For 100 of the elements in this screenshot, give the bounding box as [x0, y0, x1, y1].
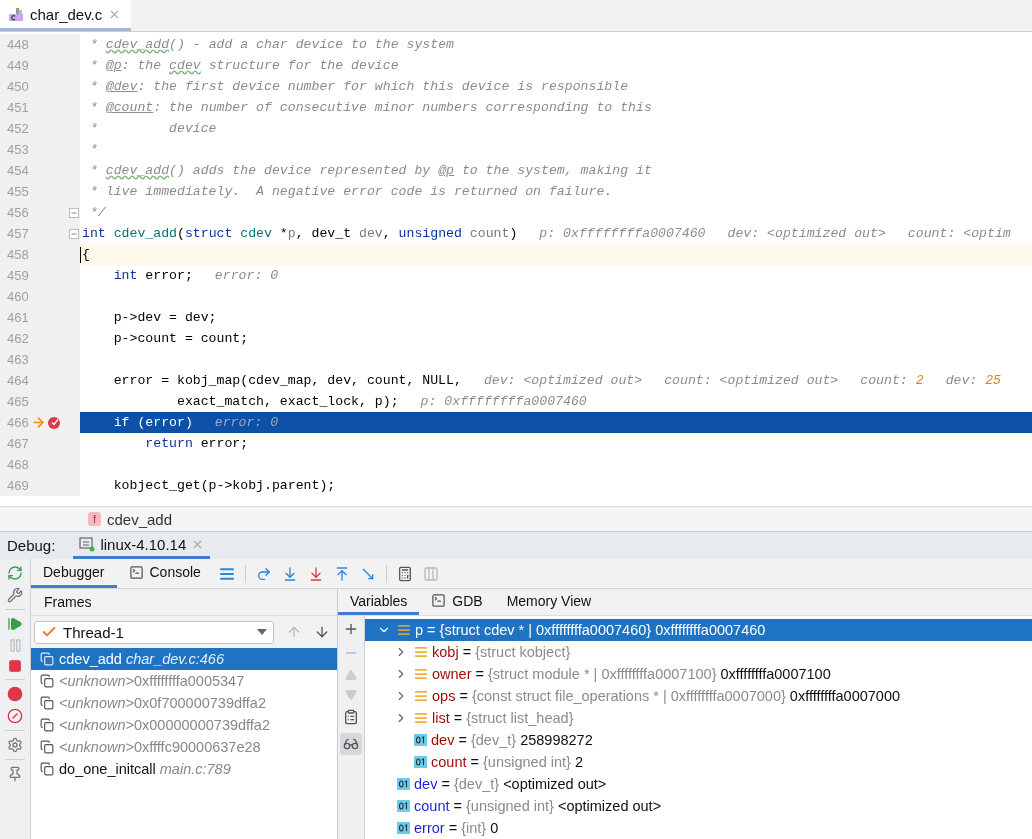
execution-arrow-icon	[31, 415, 46, 430]
code-line: int error;	[112, 268, 193, 283]
inline-value-hint: p: 0xffffffffa0007460	[539, 226, 706, 241]
variable-label[interactable]: kobj = {struct kobject}	[432, 644, 571, 660]
mute-breakpoints-icon[interactable]	[7, 708, 23, 724]
pin-icon[interactable]	[7, 766, 23, 782]
resume-icon[interactable]	[7, 616, 23, 632]
line-number: 456	[7, 205, 29, 220]
inline-value-hint: dev: <optimized out>	[727, 226, 886, 241]
file-tab[interactable]: char_dev.c	[0, 0, 132, 31]
struct-icon	[414, 667, 428, 681]
variable-label[interactable]: p = {struct cdev * | 0xffffffffa0007460} 0xffffffffa0007460	[415, 622, 766, 638]
code-line: exact_match, exact_lock, p);	[175, 394, 399, 409]
code-line: {	[82, 247, 90, 262]
code-line: error = kobj_map(cdev_map, dev, count, NULL,	[112, 373, 462, 388]
line-number: 457	[7, 226, 29, 241]
variable-label[interactable]: ops = {const struct file_operations * | 0xffffffffa0007000} 0xffffffffa0007000	[432, 688, 901, 704]
thread-dropdown[interactable]: Thread-1	[34, 620, 274, 644]
inline-value-hint: error: 0	[214, 268, 279, 283]
frame-icon	[40, 674, 54, 688]
variable-label[interactable]: count = {unsigned int} <optimized out>	[414, 798, 662, 814]
line-number: 469	[7, 478, 29, 493]
line-number: 452	[7, 121, 29, 136]
line-number: 459	[7, 268, 29, 283]
line-number: 449	[7, 58, 29, 73]
variable-label[interactable]: count = {unsigned int} 2	[431, 754, 583, 770]
variable-label[interactable]: dev = {dev_t} 258998272	[431, 732, 593, 748]
struct-icon	[414, 689, 428, 703]
console-icon	[431, 593, 447, 608]
primitive-value-icon	[414, 756, 427, 768]
inline-value-hint: count: <optimized out>	[664, 373, 839, 388]
rerun-icon[interactable]	[7, 565, 23, 581]
copy-icon[interactable]	[343, 709, 359, 725]
line-number: 453	[7, 142, 29, 157]
line-number: 451	[7, 100, 29, 115]
line-number: 466	[7, 415, 29, 430]
step-over-icon[interactable]	[255, 565, 272, 582]
frame-item[interactable]: <unknown>0x0f700000739dffa2	[31, 692, 337, 714]
primitive-value-icon	[397, 778, 410, 790]
frame-icon	[40, 762, 54, 776]
inline-value-hint: p: 0xffffffffa0007460	[420, 394, 587, 409]
session-icon	[79, 536, 96, 552]
code-line: * device	[88, 121, 217, 136]
inline-value-hint: dev: <optimized out>	[483, 373, 643, 388]
add-icon[interactable]	[343, 621, 359, 637]
frame-item[interactable]: do_one_initcall main.c:789	[31, 758, 337, 780]
struct-icon	[397, 623, 411, 637]
inline-value-hint: count: 2	[860, 373, 924, 388]
fold-marker-icon[interactable]	[69, 207, 79, 218]
breakpoints-icon[interactable]	[7, 686, 23, 702]
breakpoint-icon[interactable]	[47, 415, 61, 430]
line-number: 467	[7, 436, 29, 451]
code-line: return error;	[144, 436, 249, 451]
line-number: 464	[7, 373, 29, 388]
line-number: 461	[7, 310, 29, 325]
frame-icon	[40, 652, 54, 666]
primitive-value-icon	[397, 822, 410, 834]
frame-item[interactable]: cdev_add char_dev.c:466	[31, 648, 337, 670]
layout-menu-icon[interactable]	[218, 565, 235, 582]
function-badge-icon: f	[88, 512, 101, 526]
line-number: 465	[7, 394, 29, 409]
code-line: * cdev_add() - add a char device to the system	[88, 37, 454, 52]
frame-item[interactable]: <unknown>0xffffffffa0005347	[31, 670, 337, 692]
frame-icon	[40, 718, 54, 732]
selected-variable-row[interactable]: p = {struct cdev * | 0xffffffffa0007460} 0xffffffffa0007460	[365, 619, 1032, 641]
inline-value-hint: error: 0	[214, 415, 279, 430]
code-line: kobject_get(p->kobj.parent);	[112, 478, 336, 493]
variable-label[interactable]: list = {struct list_head}	[432, 710, 574, 726]
line-number: 454	[7, 163, 29, 178]
primitive-value-icon	[397, 800, 410, 812]
inline-value-hint: dev: 25	[945, 373, 1002, 388]
variables-tab[interactable]: Memory View	[494, 589, 604, 615]
debug-title: Debug:	[7, 537, 56, 554]
variable-label[interactable]: owner = {struct module * | 0xffffffffa0007100} 0xffffffffa0007100	[432, 666, 831, 682]
breadcrumb-item[interactable]: cdev_add	[107, 510, 173, 528]
dropdown-caret-icon	[257, 629, 267, 635]
struct-icon	[414, 711, 428, 725]
variable-label[interactable]: dev = {dev_t} <optimized out>	[414, 776, 607, 792]
watches-toggle[interactable]	[340, 733, 362, 755]
variable-label[interactable]: error = {int} 0	[414, 820, 499, 836]
wrench-icon[interactable]	[7, 587, 23, 603]
line-number: 455	[7, 184, 29, 199]
fold-marker-icon[interactable]	[69, 228, 79, 239]
frame-item[interactable]: <unknown>0x00000000739dffa2	[31, 714, 337, 736]
calculator-icon[interactable]	[396, 565, 413, 582]
code-line: * cdev_add() adds the device represented by @p to the system, making it	[88, 163, 652, 178]
text-cursor	[80, 246, 81, 263]
frame-item[interactable]: <unknown>0xffffc90000637e28	[31, 736, 337, 758]
variables-tab[interactable]: GDB	[419, 589, 495, 615]
code-line: * @dev: the first device number for which this device is responsible	[88, 79, 629, 94]
line-number: 468	[7, 457, 29, 472]
settings-icon[interactable]	[7, 737, 23, 753]
debugger-tab[interactable]: Console	[116, 559, 213, 588]
code-line: int cdev_add(struct cdev *p, dev_t dev, unsigned count)	[82, 226, 518, 241]
line-number: 458	[7, 247, 29, 262]
struct-icon	[414, 645, 428, 659]
stop-icon[interactable]	[8, 659, 22, 673]
line-number: 462	[7, 331, 29, 346]
inline-value-hint: count: <optim	[907, 226, 1011, 241]
frame-icon	[40, 740, 54, 754]
